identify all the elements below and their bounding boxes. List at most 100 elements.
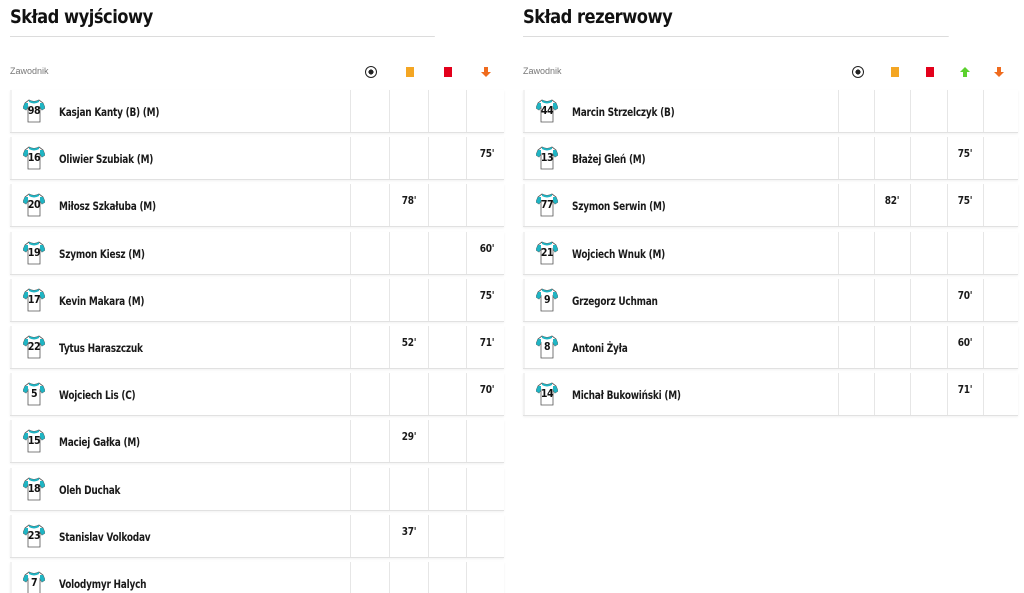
- jersey-icon: 8: [536, 335, 558, 359]
- player-name[interactable]: Błażej Gleń (M): [572, 152, 646, 166]
- cell-divider: [389, 326, 390, 368]
- player-name[interactable]: Grzegorz Uchman: [572, 294, 658, 308]
- sub-in-minute: 60': [957, 336, 973, 349]
- player-row[interactable]: 9 Grzegorz Uchman 70': [523, 278, 1018, 322]
- cell-divider: [428, 467, 429, 510]
- cell-divider: [838, 90, 839, 132]
- cell-divider: [838, 231, 839, 274]
- jersey-number: 8: [543, 341, 551, 353]
- player-name[interactable]: Kasjan Kanty (B) (M): [59, 105, 159, 119]
- cell-divider: [350, 373, 351, 416]
- jersey-number: 18: [27, 482, 41, 495]
- player-row[interactable]: 20 Miłosz Szkałuba (M) 78': [10, 184, 504, 228]
- player-row[interactable]: 44 Marcin Strzelczyk (B): [523, 90, 1018, 133]
- cell-divider: [389, 90, 390, 132]
- player-row[interactable]: 98 Kasjan Kanty (B) (M): [10, 90, 504, 133]
- cell-divider: [389, 562, 390, 593]
- jersey-number: 17: [27, 293, 41, 306]
- cell-divider: [983, 184, 984, 227]
- jersey-icon: 16: [23, 146, 45, 170]
- cell-divider: [947, 137, 948, 180]
- cell-divider: [466, 137, 467, 180]
- cell-divider: [983, 90, 984, 132]
- player-row[interactable]: 77 Szymon Serwin (M) 82' 75': [523, 184, 1018, 228]
- cell-divider: [389, 137, 390, 180]
- player-name[interactable]: Tytus Haraszczuk: [59, 341, 143, 355]
- player-name[interactable]: Marcin Strzelczyk (B): [572, 105, 675, 119]
- cell-divider: [466, 326, 467, 368]
- cell-divider: [910, 231, 911, 274]
- cell-divider: [389, 467, 390, 510]
- player-name[interactable]: Szymon Serwin (M): [572, 199, 666, 213]
- cell-divider: [428, 373, 429, 416]
- cell-divider: [838, 184, 839, 227]
- player-row[interactable]: 22 Tytus Haraszczuk 52' 71': [10, 326, 504, 369]
- player-row[interactable]: 17 Kevin Makara (M) 75': [10, 278, 504, 322]
- player-name[interactable]: Wojciech Wnuk (M): [572, 247, 665, 261]
- cell-divider: [389, 514, 390, 557]
- player-row[interactable]: 15 Maciej Gałka (M) 29': [10, 420, 504, 464]
- cell-divider: [910, 137, 911, 180]
- player-name[interactable]: Miłosz Szkałuba (M): [59, 199, 156, 213]
- player-name[interactable]: Stanislav Volkodav: [59, 530, 151, 544]
- cell-divider: [874, 326, 875, 368]
- player-row[interactable]: 23 Stanislav Volkodav 37': [10, 514, 504, 558]
- player-name[interactable]: Wojciech Lis (C): [59, 388, 136, 402]
- player-name[interactable]: Oliwier Szubiak (M): [59, 152, 153, 166]
- cell-divider: [983, 326, 984, 368]
- yellow-card-minute: 82': [884, 194, 900, 208]
- cell-divider: [874, 137, 875, 180]
- cell-divider: [910, 326, 911, 368]
- cell-divider: [350, 137, 351, 180]
- player-name[interactable]: Maciej Gałka (M): [59, 435, 140, 449]
- cell-divider: [874, 90, 875, 132]
- cell-divider: [910, 90, 911, 132]
- player-row[interactable]: 7 Volodymyr Halych: [10, 562, 504, 593]
- player-name[interactable]: Michał Bukowiński (M): [572, 388, 681, 402]
- cell-divider: [983, 231, 984, 274]
- player-name[interactable]: Szymon Kiesz (M): [59, 247, 145, 261]
- yellow-card-icon: [889, 66, 901, 78]
- jersey-icon: 14: [536, 382, 558, 406]
- player-row[interactable]: 21 Wojciech Wnuk (M): [523, 231, 1018, 275]
- cell-divider: [983, 373, 984, 416]
- sub-out-minute: 70': [479, 383, 495, 397]
- player-name[interactable]: Oleh Duchak: [59, 483, 121, 497]
- jersey-number: 9: [543, 293, 551, 306]
- cell-divider: [874, 184, 875, 227]
- cell-divider: [983, 137, 984, 180]
- yellow-card-minute: 78': [401, 194, 417, 208]
- cell-divider: [466, 278, 467, 321]
- cell-divider: [350, 467, 351, 510]
- player-name[interactable]: Kevin Makara (M): [59, 294, 145, 308]
- player-row[interactable]: 16 Oliwier Szubiak (M) 75': [10, 137, 504, 181]
- cell-divider: [983, 278, 984, 321]
- player-row[interactable]: 18 Oleh Duchak: [10, 467, 504, 511]
- cell-divider: [466, 467, 467, 510]
- jersey-number: 23: [27, 529, 41, 542]
- jersey-icon: 5: [23, 382, 45, 406]
- cell-divider: [466, 231, 467, 274]
- cell-divider: [389, 231, 390, 274]
- cell-divider: [947, 184, 948, 227]
- player-name[interactable]: Antoni Żyła: [572, 341, 628, 355]
- player-row[interactable]: 19 Szymon Kiesz (M) 60': [10, 231, 504, 275]
- sub-in-minute: 75': [957, 147, 973, 161]
- player-row[interactable]: 8 Antoni Żyła 60': [523, 326, 1018, 369]
- yellow-card-minute: 29': [401, 430, 417, 444]
- cell-divider: [389, 373, 390, 416]
- player-row[interactable]: 14 Michał Bukowiński (M) 71': [523, 373, 1018, 417]
- goal-ball-icon: [852, 66, 864, 78]
- cell-divider: [466, 420, 467, 463]
- sub-out-minute: 60': [479, 241, 495, 255]
- jersey-number: 14: [540, 388, 554, 401]
- jersey-number: 44: [540, 105, 554, 117]
- cell-divider: [466, 562, 467, 593]
- player-row[interactable]: 13 Błażej Gleń (M) 75': [523, 137, 1018, 181]
- cell-divider: [350, 278, 351, 321]
- jersey-number: 98: [27, 105, 41, 117]
- cell-divider: [838, 373, 839, 416]
- player-name[interactable]: Volodymyr Halych: [59, 577, 147, 591]
- player-row[interactable]: 5 Wojciech Lis (C) 70': [10, 373, 504, 417]
- starting-lineup-title: Skład wyjściowy: [10, 0, 435, 37]
